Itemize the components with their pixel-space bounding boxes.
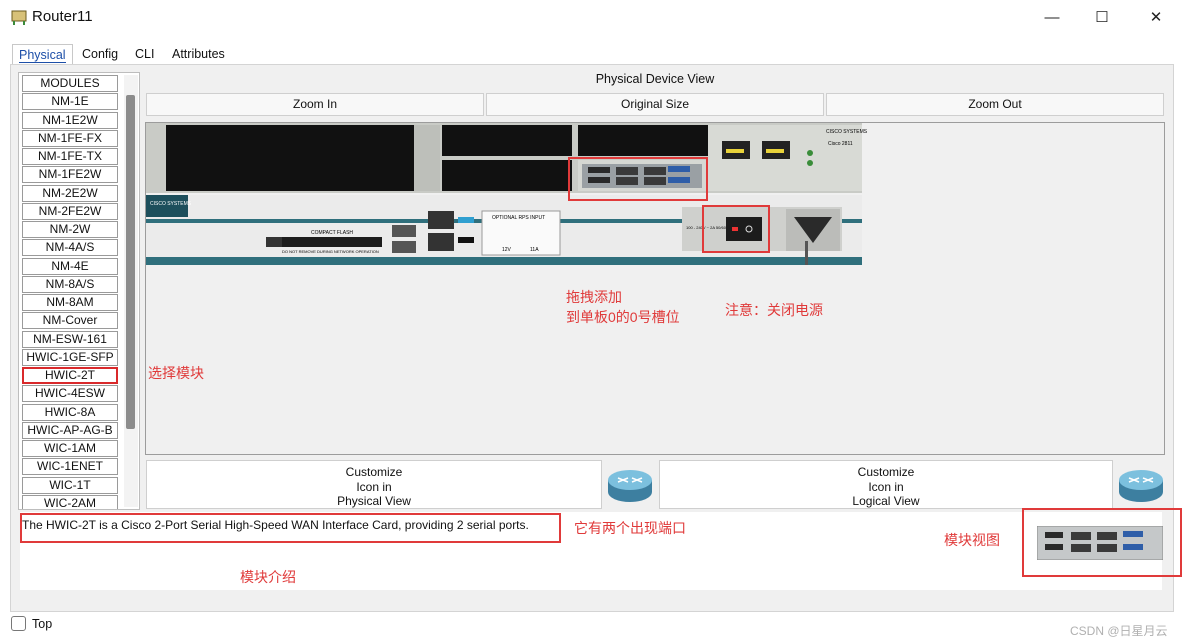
- close-button[interactable]: ✕: [1130, 0, 1182, 34]
- tab-attributes[interactable]: Attributes: [166, 44, 231, 64]
- module-item-nm-1fe-fx[interactable]: NM-1FE-FX: [22, 129, 118, 147]
- svg-text:CISCO SYSTEMS: CISCO SYSTEMS: [150, 201, 192, 207]
- svg-text:DO NOT REMOVE DURING NETWORK O: DO NOT REMOVE DURING NETWORK OPERATION: [282, 249, 379, 254]
- original-size-button[interactable]: Original Size: [486, 93, 824, 116]
- module-item-hwic-4esw[interactable]: HWIC-4ESW: [22, 385, 118, 403]
- svg-text:11A: 11A: [530, 247, 539, 253]
- module-item-hwic-1ge-sfp[interactable]: HWIC-1GE-SFP: [22, 348, 118, 366]
- tab-config[interactable]: Config: [76, 44, 124, 64]
- device-view-title: Physical Device View: [595, 72, 715, 86]
- minimize-button[interactable]: —: [1026, 0, 1078, 34]
- minimize-icon: —: [1044, 8, 1060, 26]
- tab-bar: Physical Config CLI Attributes: [0, 38, 1184, 64]
- annotation-module-view: 模块视图: [944, 532, 1000, 548]
- module-item-nm-2e2w[interactable]: NM-2E2W: [22, 184, 118, 202]
- module-item-nm-1e[interactable]: NM-1E: [22, 93, 118, 111]
- router-app-icon: [11, 10, 27, 25]
- module-item-wic-1am[interactable]: WIC-1AM: [22, 440, 118, 457]
- annotation-drag-line1: 拖拽添加: [566, 289, 622, 305]
- zoom-in-button[interactable]: Zoom In: [146, 93, 484, 116]
- watermark: CSDN @日星月云: [1070, 624, 1168, 638]
- top-checkbox-label: Top: [32, 617, 53, 631]
- annotation-two-ports: 它有两个出现端口: [574, 520, 686, 536]
- svg-text:Cisco 2811: Cisco 2811: [828, 141, 853, 147]
- description-highlight: [20, 513, 561, 543]
- module-view-highlight: [1022, 508, 1182, 577]
- svg-text:COMPACT FLASH: COMPACT FLASH: [311, 230, 353, 236]
- module-item-nm-2w[interactable]: NM-2W: [22, 221, 118, 238]
- router-physical-icon[interactable]: [606, 464, 654, 504]
- modules-header: MODULES: [22, 75, 118, 92]
- module-item-nm-1fe-tx[interactable]: NM-1FE-TX: [22, 148, 118, 165]
- module-item-hwic-ap-ag-b[interactable]: HWIC-AP-AG-B: [22, 421, 118, 439]
- maximize-button[interactable]: ☐: [1076, 0, 1128, 34]
- svg-text:OPTIONAL RPS INPUT: OPTIONAL RPS INPUT: [492, 215, 545, 221]
- tab-cli[interactable]: CLI: [129, 44, 160, 64]
- top-checkbox[interactable]: [11, 616, 26, 631]
- module-item-nm-cover[interactable]: NM-Cover: [22, 312, 118, 330]
- module-item-wic-2am[interactable]: WIC-2AM: [22, 494, 118, 509]
- module-item-nm-4e[interactable]: NM-4E: [22, 257, 118, 275]
- module-list-scroll-thumb[interactable]: [126, 95, 135, 429]
- annotation-module-intro: 模块介绍: [240, 569, 296, 585]
- svg-text:12V: 12V: [502, 247, 512, 253]
- module-item-hwic-8a[interactable]: HWIC-8A: [22, 403, 118, 421]
- router-logical-icon[interactable]: [1117, 464, 1165, 504]
- module-item-nm-2fe2w[interactable]: NM-2FE2W: [22, 202, 118, 220]
- module-item-wic-1t[interactable]: WIC-1T: [22, 476, 118, 494]
- module-item-nm-8a-s[interactable]: NM-8A/S: [22, 275, 118, 293]
- window-title: Router11: [32, 8, 93, 25]
- module-item-nm-4a-s[interactable]: NM-4A/S: [22, 239, 118, 257]
- module-item-nm-1e2w[interactable]: NM-1E2W: [22, 111, 118, 129]
- title-bar: Router11 — ☐ ✕: [0, 0, 1184, 34]
- power-switch-highlight: [702, 205, 770, 253]
- annotation-drag-line2: 到单板0的0号槽位: [566, 309, 680, 325]
- zoom-out-button[interactable]: Zoom Out: [826, 93, 1164, 116]
- customize-logical-icon-button[interactable]: Customize Icon in Logical View: [659, 460, 1113, 509]
- hwic-slot-highlight: [568, 157, 708, 201]
- annotation-power-note: 注意：关闭电源: [725, 302, 823, 318]
- close-icon: ✕: [1149, 9, 1163, 26]
- module-item-nm-esw-161[interactable]: NM-ESW-161: [22, 330, 118, 348]
- customize-physical-icon-button[interactable]: Customize Icon in Physical View: [146, 460, 602, 509]
- module-item-nm-1fe2w[interactable]: NM-1FE2W: [22, 166, 118, 184]
- annotation-select-module: 选择模块: [148, 365, 204, 381]
- module-item-wic-1enet[interactable]: WIC-1ENET: [22, 458, 118, 476]
- module-list[interactable]: MODULES NM-1E NM-1E2W NM-1FE-FX NM-1FE-TX NM-…: [18, 72, 140, 510]
- module-item-nm-8am[interactable]: NM-8AM: [22, 294, 118, 311]
- module-item-hwic-2t[interactable]: HWIC-2T: [22, 367, 118, 384]
- maximize-icon: ☐: [1095, 9, 1109, 26]
- tab-physical[interactable]: Physical: [12, 44, 73, 64]
- svg-text:CISCO SYSTEMS: CISCO SYSTEMS: [826, 129, 868, 135]
